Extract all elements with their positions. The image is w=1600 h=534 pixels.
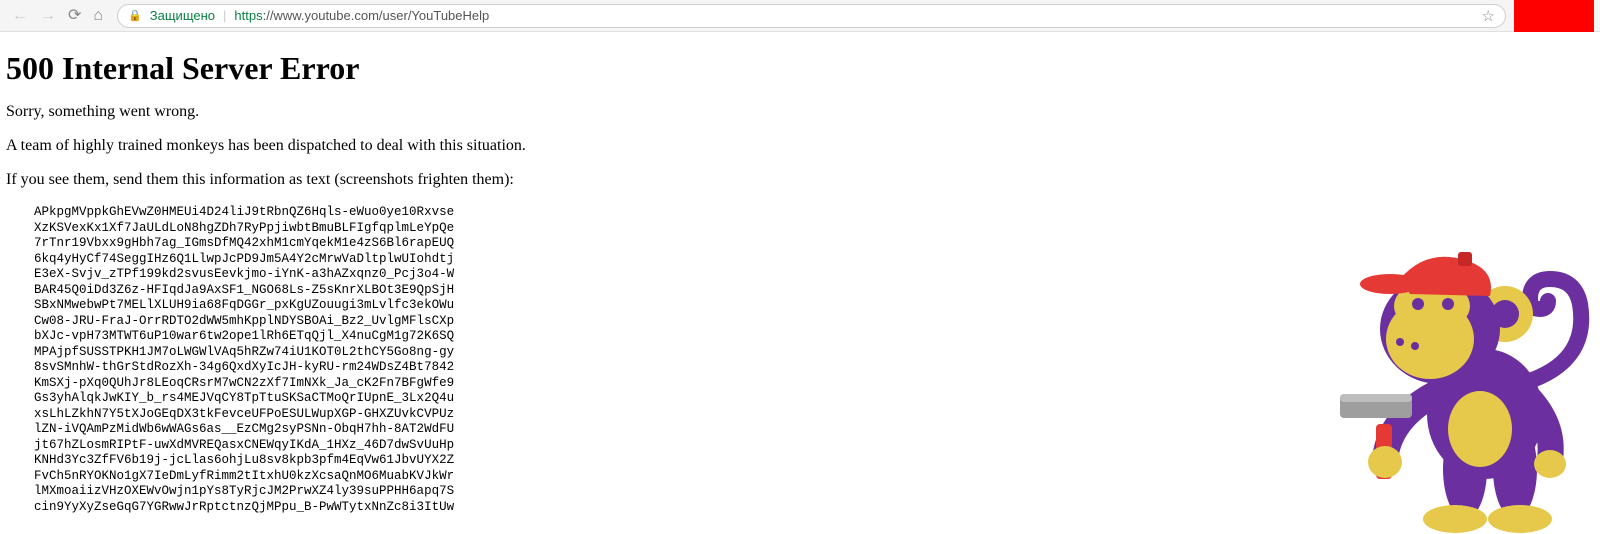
secure-label: Защищено [150,8,215,23]
reload-icon[interactable]: ⟳ [68,8,81,24]
lock-icon: 🔒 [128,9,142,22]
nav-buttons: ← → ⟳ ⌂ [6,8,109,24]
bookmark-star-icon[interactable]: ☆ [1482,7,1495,25]
back-icon[interactable]: ← [12,8,28,24]
home-icon[interactable]: ⌂ [93,8,103,24]
error-msg-1: Sorry, something went wrong. [6,103,1594,121]
browser-toolbar: ← → ⟳ ⌂ 🔒 Защищено | https://www.youtube… [0,0,1600,32]
extension-block [1514,0,1594,32]
error-msg-3: If you see them, send them this informat… [6,171,1594,189]
forward-icon[interactable]: → [40,8,56,24]
url-text: https://www.youtube.com/user/YouTubeHelp [234,8,489,23]
address-bar[interactable]: 🔒 Защищено | https://www.youtube.com/use… [117,4,1506,28]
url-path: ://www.youtube.com/user/YouTubeHelp [263,8,490,23]
error-dump: APkpgMVppkGhEVwZ0HMEUi4D24liJ9tRbnQZ6Hql… [34,205,1594,515]
error-msg-2: A team of highly trained monkeys has bee… [6,137,1594,155]
page-content: 500 Internal Server Error Sorry, somethi… [0,32,1600,521]
url-scheme: https [234,8,262,23]
divider: | [223,8,226,23]
error-title: 500 Internal Server Error [6,50,1594,87]
